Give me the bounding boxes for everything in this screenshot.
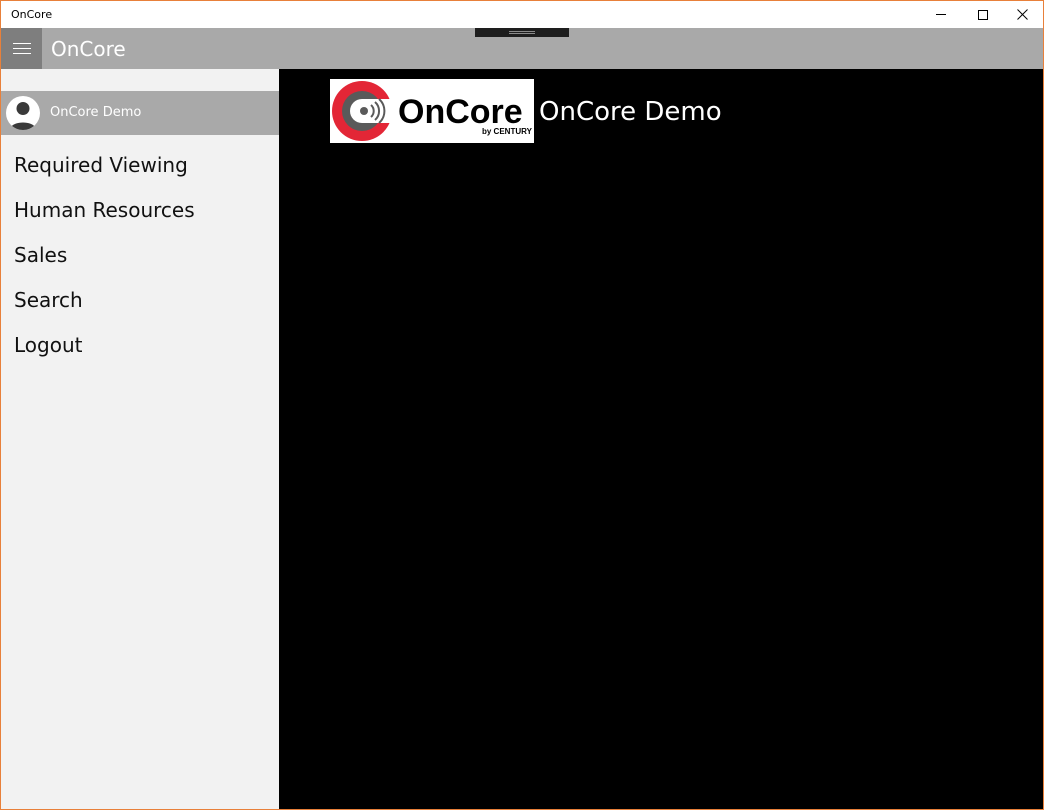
drag-handle[interactable] — [475, 28, 569, 37]
sidebar-item-human-resources[interactable]: Human Resources — [1, 189, 279, 231]
close-icon — [1016, 9, 1028, 20]
hamburger-icon — [12, 43, 31, 54]
maximize-icon — [978, 9, 988, 20]
sidebar-item-logout[interactable]: Logout — [1, 324, 279, 366]
minimize-icon — [936, 14, 946, 15]
hamburger-button[interactable] — [1, 28, 42, 69]
logo-tagline: by CENTURY — [482, 127, 533, 136]
window-title: OnCore — [11, 8, 53, 21]
user-name: OnCore Demo — [50, 105, 142, 120]
logo-text: OnCore — [398, 93, 523, 131]
grip-icon — [509, 31, 535, 34]
main-content: OnCore by CENTURY OnCore Demo — [279, 69, 1043, 809]
sidebar-item-search[interactable]: Search — [1, 279, 279, 321]
app-header: OnCore — [1, 28, 1043, 69]
page-title: OnCore Demo — [539, 97, 722, 127]
app-window: OnCore OnCore OnCore Demo Required Viewi… — [0, 0, 1044, 810]
oncore-logo-icon: OnCore by CENTURY — [332, 81, 533, 141]
sidebar: OnCore Demo Required Viewing Human Resou… — [1, 69, 279, 809]
user-profile-item[interactable]: OnCore Demo — [1, 91, 279, 135]
sidebar-item-required-viewing[interactable]: Required Viewing — [1, 144, 279, 186]
close-button[interactable] — [1002, 1, 1042, 28]
title-bar[interactable]: OnCore — [1, 1, 1043, 28]
avatar-icon — [6, 96, 40, 130]
app-title: OnCore — [51, 37, 126, 61]
sidebar-item-sales[interactable]: Sales — [1, 234, 279, 276]
oncore-logo: OnCore by CENTURY — [330, 79, 534, 143]
maximize-button[interactable] — [963, 1, 1003, 28]
minimize-button[interactable] — [921, 1, 961, 28]
